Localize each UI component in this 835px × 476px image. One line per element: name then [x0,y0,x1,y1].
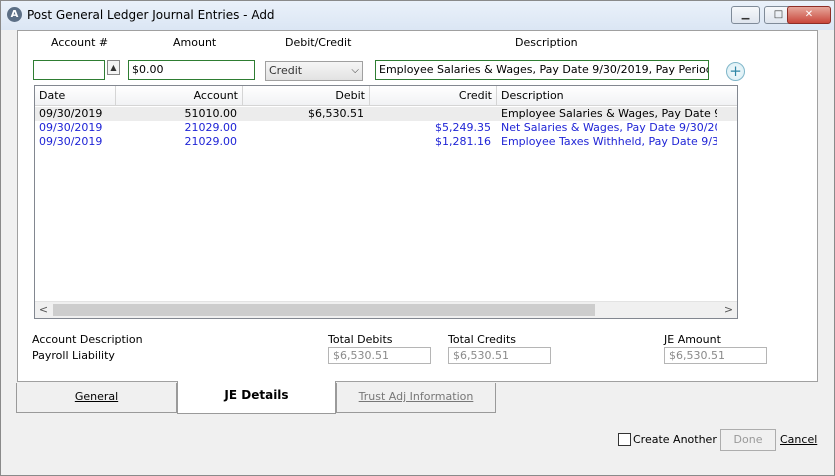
account-description-value: Payroll Liability [32,349,115,362]
minimize-button[interactable]: ▁ [731,6,760,24]
table-row[interactable]: 09/30/2019 21029.00 $5,249.35 Net Salari… [35,121,737,135]
debit-credit-label: Debit/Credit [285,36,352,49]
debit-credit-value: Credit [269,64,303,77]
table-row[interactable]: 09/30/2019 21029.00 $1,281.16 Employee T… [35,135,737,149]
scrollbar-thumb[interactable] [53,304,595,316]
cell-description: Net Salaries & Wages, Pay Date 9/30/2019… [501,121,717,134]
column-header-debit[interactable]: Debit [243,86,370,106]
app-logo-icon: A [7,7,22,22]
description-label: Description [515,36,578,49]
cell-credit: $5,249.35 [435,121,491,134]
cancel-button[interactable]: Cancel [780,433,817,446]
cell-description: Employee Taxes Withheld, Pay Date 9/30/2… [501,135,717,148]
column-header-account[interactable]: Account [116,86,243,106]
amount-label: Amount [173,36,217,49]
chevron-down-icon: ⌵ [351,65,359,76]
tab-trust-adj-information[interactable]: Trust Adj Information [336,383,496,413]
cell-debit: $6,530.51 [308,107,364,120]
column-header-description[interactable]: Description [497,86,737,106]
close-button[interactable]: ✕ [787,6,831,24]
tab-je-details[interactable]: JE Details [177,381,336,414]
scroll-left-icon[interactable]: < [35,302,52,318]
total-credits-label: Total Credits [448,333,516,346]
cell-date: 09/30/2019 [39,135,103,148]
tab-general-label: General [74,390,119,403]
debit-credit-select[interactable]: Credit ⌵ [265,61,363,81]
create-another-label[interactable]: Create Another [633,433,717,446]
title-bar[interactable]: A Post General Ledger Journal Entries - … [1,1,834,30]
cell-account: 21029.00 [184,121,238,134]
cell-debit [243,121,364,135]
total-debits-field: $6,530.51 [328,347,431,364]
column-header-date[interactable]: Date [35,86,116,106]
cell-description: Employee Salaries & Wages, Pay Date 9/30… [501,107,717,120]
amount-input[interactable]: $0.00 [128,60,255,80]
cell-account: 21029.00 [184,135,238,148]
je-amount-field: $6,530.51 [664,347,767,364]
cell-credit: $1,281.16 [435,135,491,148]
total-debits-label: Total Debits [328,333,393,346]
content-panel: Account # Amount Debit/Credit Descriptio… [17,30,818,382]
description-input[interactable]: Employee Salaries & Wages, Pay Date 9/30… [375,60,709,80]
horizontal-scrollbar[interactable]: < > [35,301,737,318]
tab-general[interactable]: General [16,383,177,413]
tab-je-details-label: JE Details [224,388,289,402]
window-title: Post General Ledger Journal Entries - Ad… [27,8,275,22]
done-button[interactable]: Done [720,429,776,451]
table-row[interactable]: 09/30/2019 51010.00 $6,530.51 Employee S… [35,107,737,121]
cell-debit [243,135,364,149]
cell-date: 09/30/2019 [39,107,103,120]
account-label: Account # [51,36,109,49]
total-credits-field: $6,530.51 [448,347,551,364]
column-header-credit[interactable]: Credit [370,86,497,106]
create-another-checkbox[interactable] [618,433,631,446]
add-entry-icon[interactable]: + [726,62,745,81]
grid-header: Date Account Debit Credit Description [35,86,737,106]
je-amount-label: JE Amount [664,333,721,346]
journal-entries-grid[interactable]: Date Account Debit Credit Description 09… [34,85,738,319]
cell-credit [370,107,491,121]
cell-account: 51010.00 [184,107,238,120]
account-description-label: Account Description [32,333,143,346]
account-input[interactable] [33,60,105,80]
dialog-window: A Post General Ledger Journal Entries - … [0,0,835,476]
scroll-right-icon[interactable]: > [720,302,737,318]
account-lookup-button[interactable]: ▲ [107,60,120,75]
tab-trust-adj-label: Trust Adj Information [358,390,474,403]
cell-date: 09/30/2019 [39,121,103,134]
